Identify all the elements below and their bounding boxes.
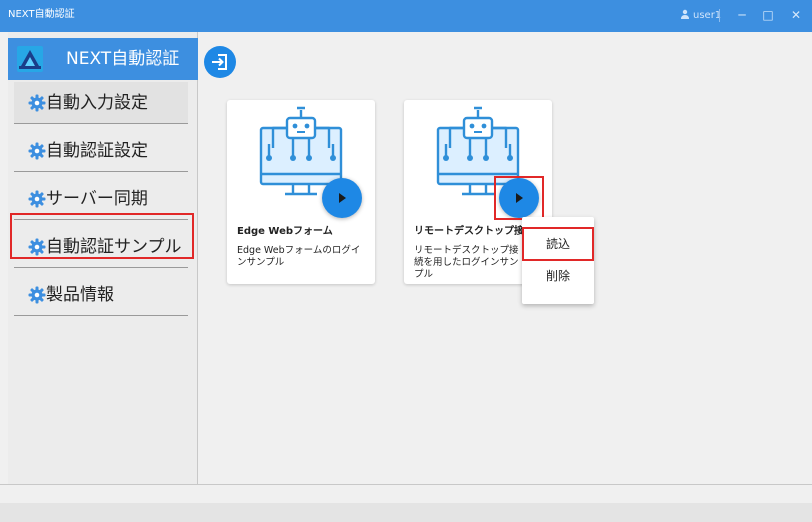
play-icon [516,193,523,203]
card-description: リモートデスクトップ接続を用したログインサンプル [414,245,519,280]
user-menu[interactable]: user1 [680,9,721,22]
divider [14,267,188,268]
title-separator [719,9,720,22]
divider [14,219,188,220]
user-name: user1 [693,10,722,21]
sidebar-item-label: サーバー同期 [46,189,148,209]
minimize-button[interactable]: ─ [732,6,752,24]
divider [14,123,188,124]
card-title: Edge Webフォーム [237,226,333,237]
play-button[interactable] [322,178,362,218]
sidebar-item-auto-auth-settings[interactable]: 自動認証設定 [14,130,188,172]
status-bar [0,503,812,522]
gear-icon [28,94,46,112]
card-description: Edge Webフォームのログインサンプル [237,245,361,268]
menu-item-delete[interactable]: 削除 [522,263,594,289]
sidebar-item-auto-input-settings[interactable]: 自動入力設定 [14,82,188,124]
sidebar-item-server-sync[interactable]: サーバー同期 [14,178,188,220]
sidebar-item-product-info[interactable]: 製品情報 [14,274,188,316]
sidebar-item-label: 製品情報 [46,285,114,305]
sidebar-item-label: 自動認証設定 [46,141,148,161]
sidebar-item-label: 自動入力設定 [46,93,148,113]
close-button[interactable]: ✕ [786,6,806,24]
app-logo-icon [17,46,43,72]
sidebar-item-auto-auth-samples[interactable]: 自動認証サンプル [14,226,188,268]
sidebar: NEXT自動認証 自動入力設定 自動認証設定 サーバー同期 自動認証サンプル 製… [8,32,198,484]
gear-icon [28,142,46,160]
person-icon [681,9,689,19]
gear-icon [28,238,46,256]
footer-divider [0,484,812,485]
brand-name: NEXT自動認証 [66,49,180,69]
divider [14,315,188,316]
context-menu: 読込 削除 [522,217,594,304]
card-title: リモートデスクトップ接続 [414,226,534,237]
logout-icon [212,54,227,70]
title-bar: NEXT自動認証 user1 ─ □ ✕ [0,0,812,32]
window-title: NEXT自動認証 [8,9,75,20]
logout-button[interactable] [204,46,236,78]
play-button[interactable] [499,178,539,218]
play-icon [339,193,346,203]
maximize-button[interactable]: □ [758,6,778,24]
menu-item-load[interactable]: 読込 [522,231,594,257]
divider [14,171,188,172]
sample-card-edge-web[interactable]: Edge Webフォーム Edge Webフォームのログインサンプル [227,100,375,284]
sidebar-brand: NEXT自動認証 [8,38,198,80]
gear-icon [28,286,46,304]
gear-icon [28,190,46,208]
sidebar-item-label: 自動認証サンプル [46,237,182,257]
